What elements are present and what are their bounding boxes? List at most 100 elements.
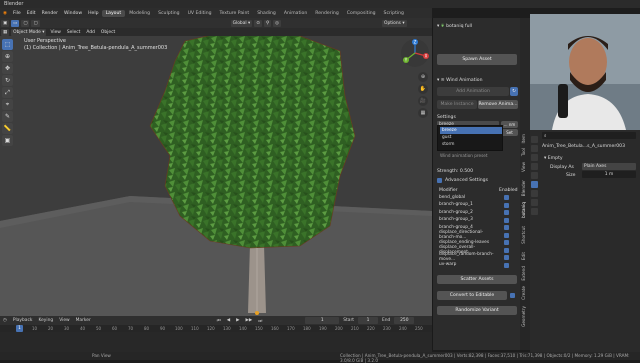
enabled-checkbox[interactable] — [504, 232, 509, 238]
refresh-icon[interactable]: ↻ — [510, 87, 518, 96]
viewport-editor-icon[interactable]: ▦ — [1, 28, 10, 36]
advanced-checkbox[interactable] — [437, 177, 442, 183]
mode-dropdown[interactable]: Object Mode ▾ — [11, 28, 47, 36]
remove-animation-button[interactable]: Remove Anima... — [478, 100, 518, 109]
constraints-props-icon[interactable] — [531, 199, 538, 206]
pivot-icon[interactable]: ⊙ — [254, 19, 262, 27]
start-frame-field[interactable]: 1 — [357, 317, 378, 324]
empty-panel-header[interactable]: ▾ Empty — [544, 154, 624, 162]
display-as-dropdown[interactable]: Plain Axes — [582, 163, 636, 170]
world-props-icon[interactable] — [531, 172, 538, 179]
data-props-icon[interactable] — [531, 208, 538, 215]
enabled-checkbox[interactable] — [504, 225, 509, 230]
prev-key-icon[interactable]: ◀ — [224, 318, 233, 323]
list-item[interactable]: displace_directional-branch-mo... — [439, 230, 499, 240]
randomize-variant-button[interactable]: Randomize Variant — [437, 306, 517, 315]
enabled-checkbox[interactable] — [504, 247, 509, 253]
menu-window[interactable]: Window — [61, 11, 85, 16]
playhead[interactable]: 1 — [16, 325, 23, 332]
3d-viewport[interactable] — [0, 36, 432, 316]
menu-render[interactable]: Render — [39, 11, 61, 16]
end-frame-field[interactable]: 250 — [394, 317, 415, 324]
annotate-tool-icon[interactable]: ✎ — [2, 111, 13, 122]
physics-props-icon[interactable] — [531, 190, 538, 197]
tab-uv-editing[interactable]: UV Editing — [184, 10, 216, 17]
add-cube-tool-icon[interactable]: ▣ — [2, 135, 13, 146]
list-item[interactable]: bend_global — [439, 194, 499, 201]
tab-blender[interactable]: Blender — [521, 180, 526, 196]
tab-shading[interactable]: Shading — [253, 10, 280, 17]
tab-view[interactable]: View — [521, 162, 526, 172]
menu-select[interactable]: Select — [65, 29, 83, 36]
make-instance-button[interactable]: Make Instance — [437, 100, 477, 109]
tool-props-icon[interactable] — [531, 136, 538, 143]
tab-geometry[interactable]: Geometry — [521, 306, 526, 327]
menu-view-timeline[interactable]: View — [56, 318, 72, 323]
list-item[interactable]: branch-group_3 — [439, 217, 499, 224]
editor-type-button[interactable]: ▣ — [1, 19, 10, 27]
tab-extend[interactable]: Extend — [521, 266, 526, 281]
scatter-assets-button[interactable]: Scatter Assets — [437, 275, 517, 284]
tab-shortcut[interactable]: Shortcut — [521, 226, 526, 244]
tab-item[interactable]: Item — [521, 134, 526, 144]
tab-layout[interactable]: Layout — [101, 9, 126, 17]
object-props-icon[interactable] — [531, 181, 538, 188]
dropdown-option[interactable]: gust — [440, 134, 502, 141]
cursor-tool-icon[interactable]: ⊕ — [2, 51, 13, 62]
advanced-settings-toggle[interactable]: Advanced Settings — [437, 176, 517, 184]
list-item[interactable]: displace_random-branch-move... — [439, 252, 499, 262]
tab-sculpting[interactable]: Sculpting — [154, 10, 183, 17]
tab-rendering[interactable]: Rendering — [311, 10, 342, 17]
timeline-editor-icon[interactable]: ◷ — [0, 318, 10, 323]
camera-icon[interactable]: 🎥 — [418, 96, 428, 106]
enabled-checkbox[interactable] — [504, 240, 509, 245]
list-item[interactable]: uv-warp — [439, 262, 499, 269]
menu-object[interactable]: Object — [99, 29, 117, 36]
menu-playback[interactable]: Playback — [10, 318, 36, 323]
current-frame-field[interactable]: 1 — [305, 317, 340, 324]
select-tool-icon[interactable]: ⬚ — [2, 39, 13, 50]
tab-tool[interactable]: Tool — [521, 148, 526, 156]
convert-checkbox[interactable] — [510, 293, 515, 298]
enabled-checkbox[interactable] — [504, 217, 509, 223]
jump-end-icon[interactable]: ⏭ — [255, 318, 265, 324]
convert-editable-button[interactable]: Convert to Editable — [437, 291, 507, 300]
menu-file[interactable]: File — [10, 11, 24, 16]
jump-start-icon[interactable]: ⏮ — [214, 318, 224, 324]
menu-edit[interactable]: Edit — [24, 11, 39, 16]
menu-help[interactable]: Help — [85, 11, 101, 16]
dropdown-option[interactable]: breeze — [440, 127, 502, 134]
tab-create[interactable]: Create — [521, 286, 526, 300]
spawn-asset-button[interactable]: Spawn Asset — [437, 54, 517, 65]
play-icon[interactable]: ▶ — [233, 318, 242, 323]
properties-search-input[interactable]: ⌕ — [542, 132, 636, 139]
menu-keying[interactable]: Keying — [35, 318, 56, 323]
scale-tool-icon[interactable]: ⤢ — [2, 87, 13, 98]
proportional-icon[interactable]: ◎ — [273, 19, 281, 27]
tab-modeling[interactable]: Modeling — [125, 10, 154, 17]
options-dropdown[interactable]: Options ▾ — [382, 19, 407, 27]
enabled-checkbox[interactable] — [504, 210, 509, 215]
select-mode-icon[interactable]: ▢ — [21, 19, 30, 27]
list-item[interactable]: branch-group_1 — [439, 202, 499, 209]
tab-edit[interactable]: Edit — [521, 252, 526, 260]
tab-compositing[interactable]: Compositing — [343, 10, 380, 17]
move-tool-icon[interactable]: ✥ — [2, 63, 13, 74]
tab-animation[interactable]: Animation — [280, 10, 311, 17]
rotate-tool-icon[interactable]: ↻ — [2, 75, 13, 86]
transform-tool-icon[interactable]: ⌖ — [2, 99, 13, 110]
dropdown-option[interactable]: storm — [440, 141, 502, 148]
pan-hand-icon[interactable]: ✋ — [418, 84, 428, 94]
orientation-dropdown[interactable]: Global ▾ — [230, 19, 253, 27]
scene-props-icon[interactable] — [531, 163, 538, 170]
enabled-checkbox[interactable] — [504, 262, 509, 268]
set-button[interactable]: Set — [501, 129, 518, 136]
snap-icon[interactable]: ⚲ — [263, 19, 272, 27]
grid-icon[interactable]: ▦ — [418, 108, 428, 118]
enabled-checkbox[interactable] — [504, 255, 509, 260]
enabled-checkbox[interactable] — [504, 195, 509, 200]
wind-animation-header[interactable]: ▾ ≋ Wind Animation — [437, 76, 517, 84]
tab-botaniq[interactable]: botaniq — [521, 202, 526, 218]
list-item[interactable]: branch-group_2 — [439, 209, 499, 216]
next-key-icon[interactable]: ▶▶ — [243, 318, 256, 323]
